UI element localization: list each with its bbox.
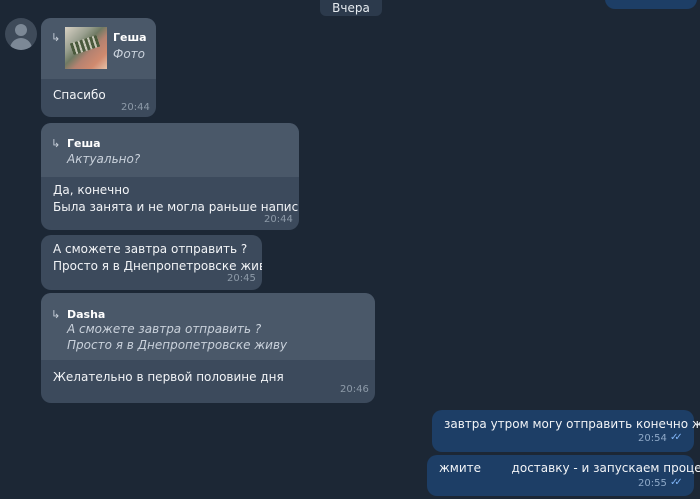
reply-preview[interactable]: ↳ Dasha А сможете завтра отправить ? Про…	[41, 293, 375, 360]
message-bubble[interactable]: ↳ Геша Актуально? Да, конечно Была занят…	[41, 123, 299, 230]
message-text: завтра утром могу отправить конечно же.	[444, 417, 700, 431]
reply-arrow-icon: ↳	[51, 31, 61, 44]
reply-author: Геша	[67, 137, 101, 150]
message-text: Спасибо	[53, 88, 106, 102]
double-check-icon: ✓✓	[670, 477, 683, 488]
sender-avatar[interactable]	[5, 18, 37, 50]
message-time: 20:45	[227, 273, 256, 284]
message-bubble[interactable]: ↳ Dasha А сможете завтра отправить ? Про…	[41, 293, 375, 403]
photo-thumbnail	[65, 27, 107, 69]
message-text-line: Да, конечно	[53, 183, 130, 197]
message-time: 20:44	[264, 214, 293, 225]
reply-preview[interactable]: ↳ Геша Фото	[41, 18, 156, 79]
reply-text-line: Просто я в Днепропетровске живу	[67, 338, 288, 352]
previous-outgoing-message	[605, 0, 697, 9]
user-avatar-icon	[15, 24, 27, 36]
message-bubble[interactable]: ↳ Геша Фото Спасибо 20:44	[41, 18, 156, 117]
message-time: 20:55	[638, 478, 667, 489]
message-time: 20:44	[121, 102, 150, 113]
reply-text: Фото	[113, 47, 146, 61]
reply-arrow-icon: ↳	[51, 308, 61, 321]
message-text-line: А сможете завтра отправить ?	[53, 242, 248, 256]
message-text-line: Была занята и не могла раньше написать	[53, 200, 299, 214]
double-check-icon: ✓✓	[670, 432, 683, 443]
reply-author: Геша	[113, 31, 147, 44]
reply-text: Актуально?	[67, 152, 141, 166]
reply-text-line: А сможете завтра отправить ?	[67, 322, 262, 336]
reply-arrow-icon: ↳	[51, 137, 61, 150]
message-text: жмите доставку - и запускаем процесс.	[439, 461, 700, 475]
message-time: 20:46	[340, 384, 369, 395]
message-text: Желательно в первой половине дня	[53, 370, 284, 384]
outgoing-message-bubble[interactable]: завтра утром могу отправить конечно же. …	[432, 410, 700, 452]
date-separator: Вчера	[320, 0, 382, 16]
message-time: 20:54	[638, 433, 667, 444]
message-bubble[interactable]: А сможете завтра отправить ? Просто я в …	[41, 235, 262, 290]
outgoing-message-bubble[interactable]: жмите доставку - и запускаем процесс. 20…	[427, 455, 700, 496]
reply-preview[interactable]: ↳ Геша Актуально?	[41, 123, 299, 177]
reply-author: Dasha	[67, 308, 106, 321]
